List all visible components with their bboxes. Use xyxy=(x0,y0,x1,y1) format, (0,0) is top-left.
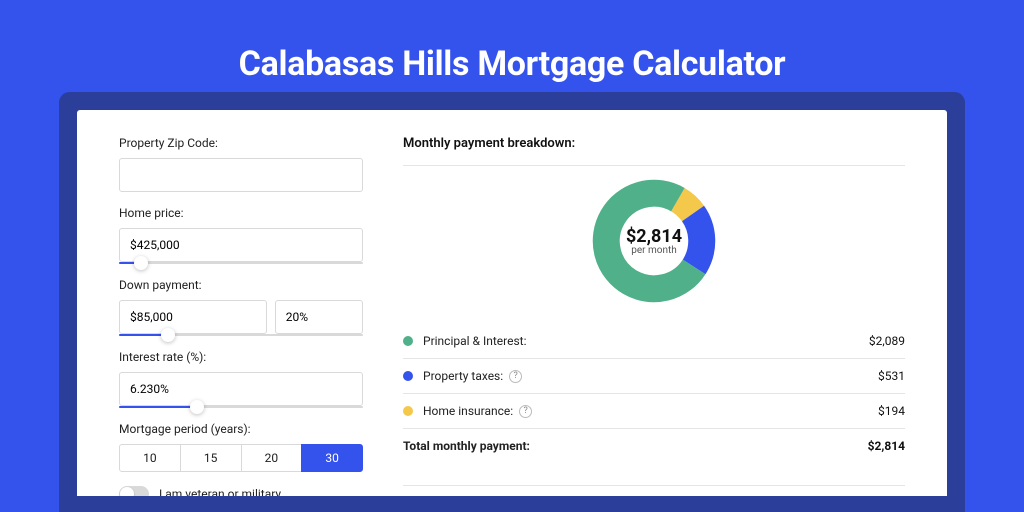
breakdown-item-label: Principal & Interest: xyxy=(423,334,527,348)
breakdown-item-label: Property taxes: xyxy=(423,369,503,383)
amortization-title: Amortization for mortgage loan xyxy=(403,485,905,496)
divider xyxy=(403,358,905,359)
breakdown-row: Home insurance:? $194 xyxy=(403,396,905,426)
mortgage-period-label: Mortgage period (years): xyxy=(119,422,363,436)
breakdown-column: Monthly payment breakdown: $2,814 per mo… xyxy=(403,136,905,496)
home-price-label: Home price: xyxy=(119,206,363,220)
total-label: Total monthly payment: xyxy=(403,439,530,453)
breakdown-title: Monthly payment breakdown: xyxy=(403,136,905,151)
veteran-toggle[interactable] xyxy=(119,486,149,496)
breakdown-row: Property taxes:? $531 xyxy=(403,361,905,391)
zip-input[interactable] xyxy=(119,158,363,192)
mortgage-period-buttons: 10152030 xyxy=(119,444,363,472)
calculator-panel: Property Zip Code: Home price: Down paym… xyxy=(77,110,947,496)
breakdown-row: Principal & Interest: $2,089 xyxy=(403,326,905,356)
zip-label: Property Zip Code: xyxy=(119,136,363,150)
veteran-label: I am veteran or military xyxy=(159,487,281,496)
donut-chart-wrap: $2,814 per month xyxy=(403,178,905,304)
down-payment-label: Down payment: xyxy=(119,278,363,292)
interest-rate-slider[interactable] xyxy=(119,406,363,408)
home-price-slider[interactable] xyxy=(119,262,363,264)
down-payment-slider[interactable] xyxy=(119,334,363,336)
form-column: Property Zip Code: Home price: Down paym… xyxy=(119,136,363,496)
total-value: $2,814 xyxy=(868,439,905,453)
legend-bullet xyxy=(403,336,413,346)
divider xyxy=(403,428,905,429)
donut-chart: $2,814 per month xyxy=(591,178,717,304)
interest-rate-label: Interest rate (%): xyxy=(119,350,363,364)
interest-rate-input[interactable] xyxy=(119,372,363,406)
period-button-10[interactable]: 10 xyxy=(119,444,181,472)
donut-center: $2,814 per month xyxy=(591,178,717,304)
home-price-input[interactable] xyxy=(119,228,363,262)
donut-sublabel: per month xyxy=(631,245,677,256)
legend-bullet xyxy=(403,371,413,381)
home-price-group: Home price: xyxy=(119,206,363,264)
breakdown-item-value: $531 xyxy=(878,369,905,383)
info-icon[interactable]: ? xyxy=(509,370,522,383)
down-payment-group: Down payment: xyxy=(119,278,363,336)
period-button-20[interactable]: 20 xyxy=(241,444,303,472)
divider xyxy=(403,165,905,166)
breakdown-item-label: Home insurance: xyxy=(423,404,513,418)
zip-group: Property Zip Code: xyxy=(119,136,363,192)
down-payment-pct-input[interactable] xyxy=(275,300,363,334)
veteran-row: I am veteran or military xyxy=(119,486,363,496)
period-button-30[interactable]: 30 xyxy=(301,444,363,472)
mortgage-period-group: Mortgage period (years): 10152030 xyxy=(119,422,363,472)
info-icon[interactable]: ? xyxy=(519,405,532,418)
period-button-15[interactable]: 15 xyxy=(180,444,242,472)
page-title: Calabasas Hills Mortgage Calculator xyxy=(0,0,1024,110)
interest-rate-group: Interest rate (%): xyxy=(119,350,363,408)
breakdown-item-value: $194 xyxy=(878,404,905,418)
donut-value: $2,814 xyxy=(626,226,682,247)
total-row: Total monthly payment: $2,814 xyxy=(403,431,905,461)
down-payment-input[interactable] xyxy=(119,300,267,334)
breakdown-item-value: $2,089 xyxy=(869,334,905,348)
divider xyxy=(403,393,905,394)
legend-bullet xyxy=(403,406,413,416)
